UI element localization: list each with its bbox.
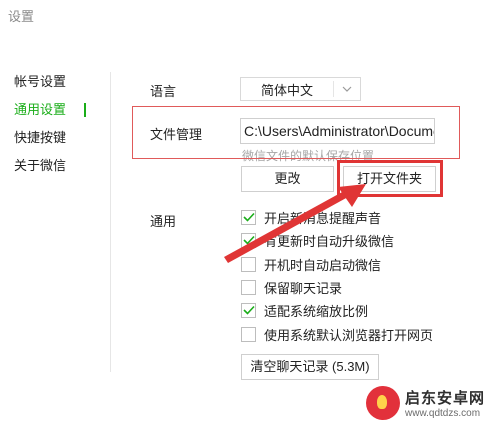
- watermark-logo-icon: [366, 386, 400, 420]
- watermark-url: www.qdtdzs.com: [405, 408, 481, 419]
- watermark-text: 启东安卓网: [405, 390, 486, 407]
- watermark: 启东安卓网 www.qdtdzs.com: [366, 386, 485, 420]
- annotation-arrow-icon: [224, 184, 366, 263]
